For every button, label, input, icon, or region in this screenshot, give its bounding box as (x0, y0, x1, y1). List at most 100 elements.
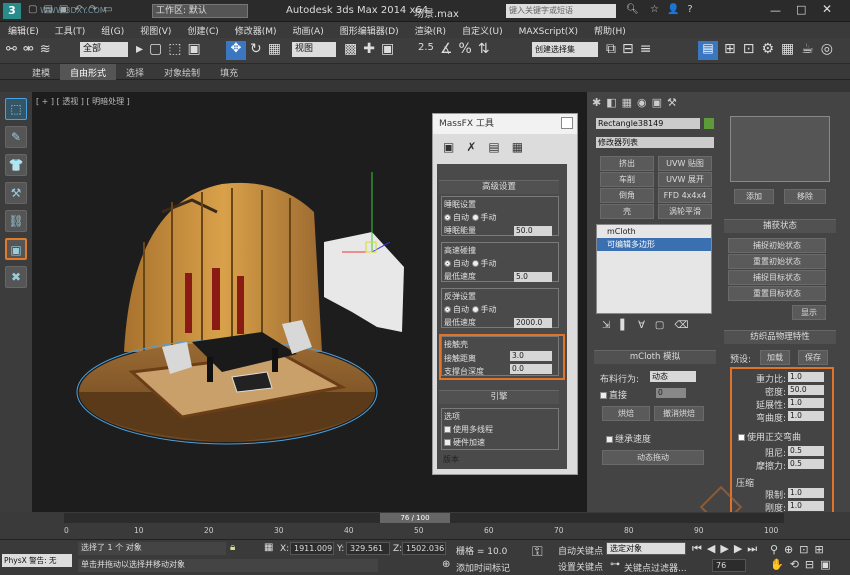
menu-item[interactable]: 图形编辑器(D) (332, 22, 407, 37)
lock-icon[interactable]: 🔒︎ (230, 542, 235, 553)
massfx-tab-icons[interactable]: ▣✗▤▦ (443, 140, 553, 158)
add-button[interactable]: 添加 (734, 189, 774, 204)
load-button[interactable]: 加载 (760, 350, 790, 365)
mcloth-tool-icon[interactable]: ▣ (5, 238, 27, 260)
selection-filter-dropdown[interactable]: 全部 (80, 42, 128, 57)
modifier-button[interactable]: 倒角 (600, 188, 654, 203)
app-logo-icon[interactable]: 3 (3, 3, 21, 19)
ribbon-tab[interactable]: 选择 (116, 64, 154, 81)
multithread-checkbox[interactable] (444, 426, 451, 433)
select-object-icon[interactable]: ⬚ (5, 98, 27, 120)
menu-item[interactable]: 组(G) (93, 22, 132, 37)
collision-auto-radio[interactable] (444, 260, 451, 267)
modifier-button[interactable]: FFD 4x4x4 (658, 188, 712, 203)
modifier-button[interactable]: 挤出 (600, 156, 654, 171)
tool-icon[interactable]: ⚒ (5, 182, 27, 204)
modifier-button[interactable]: UVW 贴图 (658, 156, 712, 171)
engine-header[interactable]: 引擎 (439, 390, 559, 404)
x-coord-field[interactable]: 1911.009 (290, 542, 334, 555)
collision-speed-field[interactable]: 5.0 (514, 272, 552, 282)
viewport-nav-icons[interactable]: ⚲⊕⊡⊞ ✋⟲⊟▣ (770, 542, 848, 572)
capture-state-button[interactable]: 捕捉初始状态 (728, 238, 826, 253)
capture-state-button[interactable]: 捕捉目标状态 (728, 270, 826, 285)
modifier-button[interactable]: UVW 展开 (658, 172, 712, 187)
sleep-manual-radio[interactable] (471, 214, 479, 221)
bounce-speed-field[interactable]: 2000.0 (514, 318, 552, 328)
dynamic-drag-button[interactable]: 动态拖动 (602, 450, 704, 465)
menu-item[interactable]: 动画(A) (285, 22, 332, 37)
capture-state-button[interactable]: 重置初始状态 (728, 254, 826, 269)
stack-item-editable-poly[interactable]: 可编辑多边形 (597, 238, 711, 251)
undo-bake-button[interactable]: 撤消烘焙 (654, 406, 704, 421)
search-icon[interactable]: 🔍︎ (626, 4, 639, 15)
workspace-dropdown[interactable]: 工作区: 默认 (152, 4, 248, 18)
menu-item[interactable]: 工具(T) (47, 22, 94, 37)
angle-snap-icons[interactable]: ∡%⇅ (440, 41, 496, 57)
rotate-scale-icons[interactable]: ↻▦ (250, 41, 287, 57)
stack-tools-icons[interactable]: ⇲▌∀▢⌫ (602, 320, 699, 331)
current-frame-field[interactable]: 76 (712, 559, 746, 572)
pivot-tools-icons[interactable]: ▩✚▣ (344, 41, 400, 57)
direct-value-field[interactable]: 0 (656, 388, 686, 398)
menu-item[interactable]: 创建(C) (179, 22, 226, 37)
undo-redo-icons[interactable]: ⚯⚮≋ (6, 42, 57, 57)
xyz-mode-icon[interactable]: ▦ (264, 542, 273, 553)
textile-physics-header[interactable]: 纺织品物理特性 (724, 330, 836, 344)
key-filter-icon[interactable]: ⊶ (610, 559, 620, 570)
bounce-manual-radio[interactable] (471, 306, 479, 313)
stack-item-mcloth[interactable]: mCloth (597, 225, 711, 238)
time-slider-thumb[interactable]: 76 / 100 (380, 513, 450, 523)
physics-value-field[interactable]: 1.0 (788, 501, 824, 511)
time-slider[interactable]: 76 / 100 (64, 513, 784, 523)
remove-button[interactable]: 移除 (784, 189, 826, 204)
playback-controls[interactable]: ⏮◀▶▶⏭ (692, 542, 762, 556)
y-coord-field[interactable]: 329.561 (346, 542, 390, 555)
advanced-settings-header[interactable]: 高级设置 (439, 180, 559, 194)
destroy-icon[interactable]: ✖ (5, 266, 27, 288)
viewport-label[interactable]: [ + ] [ 透视 ] [ 明暗处理 ] (36, 96, 130, 107)
inherit-velocity-checkbox[interactable] (606, 436, 613, 443)
menu-item[interactable]: 视图(V) (132, 22, 179, 37)
reference-coord-dropdown[interactable]: 视图 (292, 42, 336, 57)
key-mode-dropdown[interactable]: 选定对象 (606, 542, 686, 555)
ribbon-tab[interactable]: 对象绘制 (154, 64, 210, 81)
constraint-icon[interactable]: ⛓ (5, 210, 27, 232)
physics-value-field[interactable]: 0.5 (788, 446, 824, 456)
menu-item[interactable]: 编辑(E) (0, 22, 47, 37)
select-tools-icons[interactable]: ▸▢⬚▣ (136, 41, 207, 57)
command-tabs-icons[interactable]: ✱◧▦◉▣⚒ (592, 96, 712, 110)
auto-key-button[interactable]: 自动关键点 (558, 544, 603, 557)
mirror-align-icons[interactable]: ⧉⊟≡ (606, 41, 657, 57)
menu-item[interactable]: MAXScript(X) (511, 25, 586, 37)
key-filter-button[interactable]: 关键点过滤器... (624, 561, 687, 574)
capture-state-button[interactable]: 重置目标状态 (728, 286, 826, 301)
show-button[interactable]: 显示 (792, 305, 826, 320)
physics-value-field[interactable]: 0.5 (788, 459, 824, 469)
physics-value-field[interactable]: 1.0 (788, 372, 824, 382)
render-tools-icons[interactable]: ⊞⊡⚙▦☕◎ (724, 41, 840, 57)
ribbon-tab[interactable]: 自由形式 (60, 64, 117, 81)
maximize-icon[interactable]: □ (796, 3, 806, 16)
ortho-bend-checkbox[interactable] (738, 434, 745, 441)
menu-item[interactable]: 帮助(H) (586, 22, 634, 37)
move-tool-icon[interactable]: ✥ (226, 41, 246, 60)
modifier-button[interactable]: 壳 (600, 204, 654, 219)
bounce-auto-radio[interactable] (444, 306, 451, 313)
ribbon-tab[interactable]: 建模 (22, 64, 60, 81)
minimize-icon[interactable]: — (770, 4, 781, 17)
modifier-button[interactable]: 涡轮平滑 (658, 204, 712, 219)
set-key-button[interactable]: 设置关键点 (558, 560, 603, 573)
physics-value-field[interactable]: 1.0 (788, 488, 824, 498)
collision-manual-radio[interactable] (471, 260, 479, 267)
menu-item[interactable]: 渲染(R) (407, 22, 454, 37)
add-time-tag-icon[interactable]: ⊕ (442, 559, 450, 570)
ribbon-tab[interactable]: 填充 (210, 64, 248, 81)
add-time-tag[interactable]: 添加时间标记 (456, 561, 510, 574)
capture-state-header[interactable]: 捕获状态 (724, 219, 836, 233)
snap-toggle[interactable]: 2.5 (418, 42, 434, 53)
object-color-swatch[interactable] (704, 118, 714, 129)
hardware-accel-checkbox[interactable] (444, 439, 451, 446)
bake-button[interactable]: 烘焙 (602, 406, 650, 421)
mcloth-sim-header[interactable]: mCloth 模拟 (594, 350, 716, 364)
search-input[interactable]: 键入关键字或短语 (506, 4, 616, 18)
